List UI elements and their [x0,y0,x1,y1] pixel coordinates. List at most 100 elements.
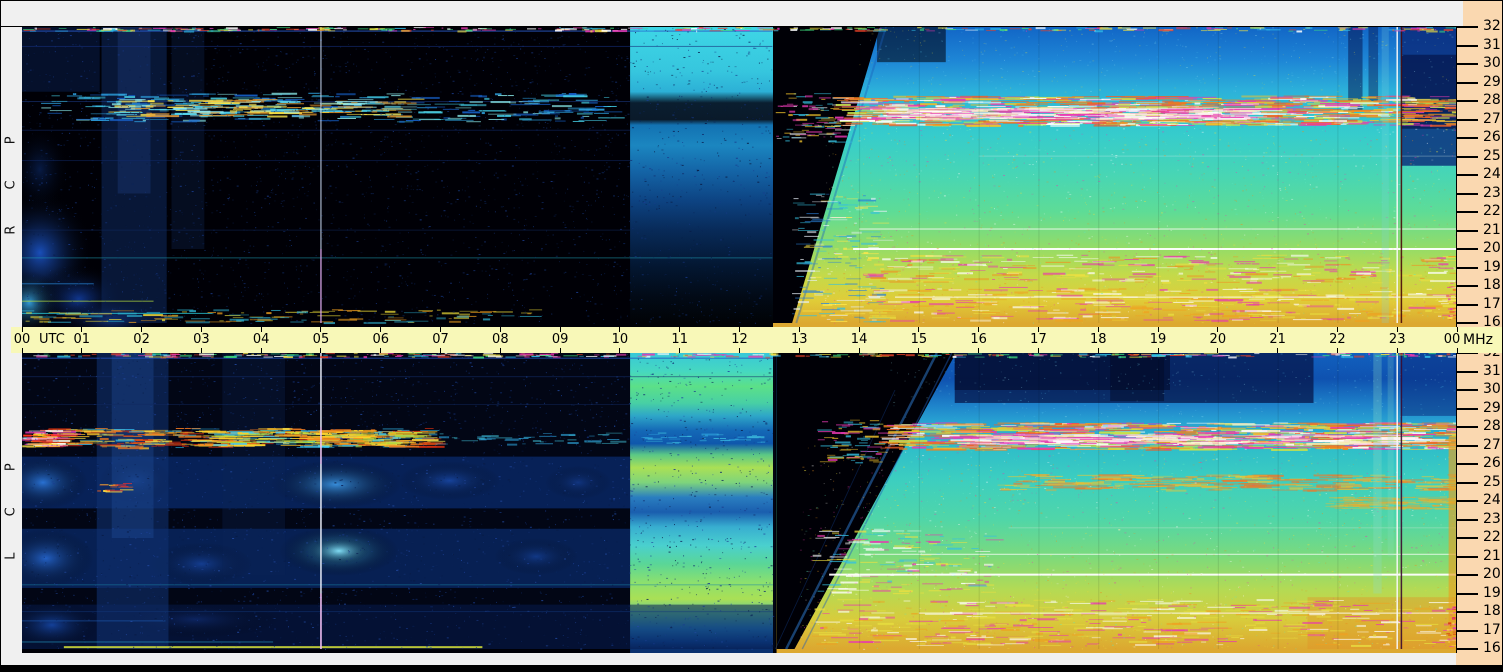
freq-tick [1456,370,1478,373]
time-label: 09 [551,332,569,347]
time-label: 04 [252,332,270,347]
freq-tick [1456,174,1478,176]
time-tick [1097,348,1099,353]
freq-tick [1456,266,1478,269]
freq-tick [1456,407,1478,410]
freq-label: 24 [1483,492,1501,508]
time-tick [679,348,681,353]
time-tick [1037,348,1039,353]
freq-label: 28 [1483,92,1501,108]
time-label: 06 [372,332,390,347]
freq-label: 30 [1483,381,1501,397]
time-label: 19 [1149,332,1167,347]
time-tick [559,348,561,353]
time-tick [499,348,501,353]
freq-label: 17 [1483,621,1501,638]
time-tick [380,348,382,353]
freq-label: 28 [1483,418,1501,434]
time-tick [141,348,143,353]
time-label: 17 [1030,332,1047,347]
freq-tick [1456,611,1478,613]
time-label: 14 [850,332,868,347]
freq-tick [1456,629,1478,632]
time-label: 13 [791,332,808,347]
freq-tick [1456,648,1478,650]
freq-label: 27 [1483,110,1501,127]
freq-label: 22 [1483,203,1501,219]
time-label: 21 [1269,332,1286,347]
freq-tick [1456,192,1478,195]
time-label: 12 [731,332,748,347]
freq-label: 16 [1483,640,1501,656]
freq-tick [1456,81,1478,84]
freq-label: 26 [1483,129,1501,145]
time-tick [918,348,920,353]
freq-tick [1456,426,1478,428]
title-bar: AJ4CO Observatory 19 Dec 2023 - DPS on T… [1,1,1463,27]
time-tick [1157,348,1159,353]
freq-label: 25 [1483,147,1501,164]
freq-tick [1456,137,1478,139]
freq-label: 32 [1483,18,1501,34]
freq-label: 29 [1483,73,1501,90]
freq-tick [1456,574,1478,576]
freq-tick [1456,592,1478,595]
time-tick [978,348,980,353]
freq-label: 23 [1483,510,1501,527]
freq-label: 19 [1483,584,1501,601]
time-tick [200,348,202,353]
time-tick [440,348,442,353]
time-label: 05 [312,332,330,347]
time-label: 23 [1388,332,1406,347]
freq-tick [1456,100,1478,102]
freq-label: 21 [1483,221,1501,238]
mhz-label: MHz [1463,332,1493,348]
freq-tick [1456,211,1478,213]
freq-tick [1456,63,1478,65]
time-tick [798,348,800,353]
time-tick [1456,348,1458,353]
spectrograph-window: 3231302928272625242322212019181716323130… [0,0,1503,672]
freq-tick [1456,248,1478,250]
rcp-panel-label: R C P [3,119,19,235]
time-label: 01 [73,332,91,347]
freq-tick [1456,322,1478,324]
freq-label: 21 [1483,547,1501,564]
utc-label: UTC [39,332,65,347]
lcp-spectrogram [22,353,1457,653]
freq-tick [1456,44,1478,47]
time-tick [21,348,23,353]
time-label: 20 [1209,332,1227,347]
time-tick [739,348,740,353]
freq-tick [1456,481,1478,484]
rcp-spectrogram [22,27,1457,327]
freq-label: 31 [1483,362,1501,379]
freq-label: 26 [1483,455,1501,471]
freq-label: 30 [1483,55,1501,71]
time-tick [858,348,860,353]
freq-tick [1456,500,1478,502]
time-label: 15 [910,332,928,347]
time-label: 11 [671,332,688,347]
lcp-panel-label: L C P [3,446,19,560]
footer-strip [1,665,1502,671]
time-label: 18 [1089,332,1107,347]
time-label: 00 [1443,332,1461,347]
freq-label: 20 [1483,240,1501,256]
freq-tick [1456,118,1478,121]
time-label: 10 [611,332,629,347]
time-axis: 00 01 02 03 04 05 06 07 08 09 10 11 12 13 14 15 16 17 18 19… [11,327,1502,353]
time-label: 07 [432,332,449,347]
freq-label: 29 [1483,399,1501,416]
freq-label: 22 [1483,529,1501,545]
freq-tick [1456,303,1478,306]
freq-tick [1456,229,1478,232]
freq-tick [1456,444,1478,447]
time-tick [260,348,262,353]
freq-label: 25 [1483,473,1501,490]
time-tick [1396,348,1398,353]
freq-tick [1456,518,1478,521]
time-label: 03 [193,332,210,347]
time-tick [1217,348,1219,353]
time-tick [320,348,322,353]
